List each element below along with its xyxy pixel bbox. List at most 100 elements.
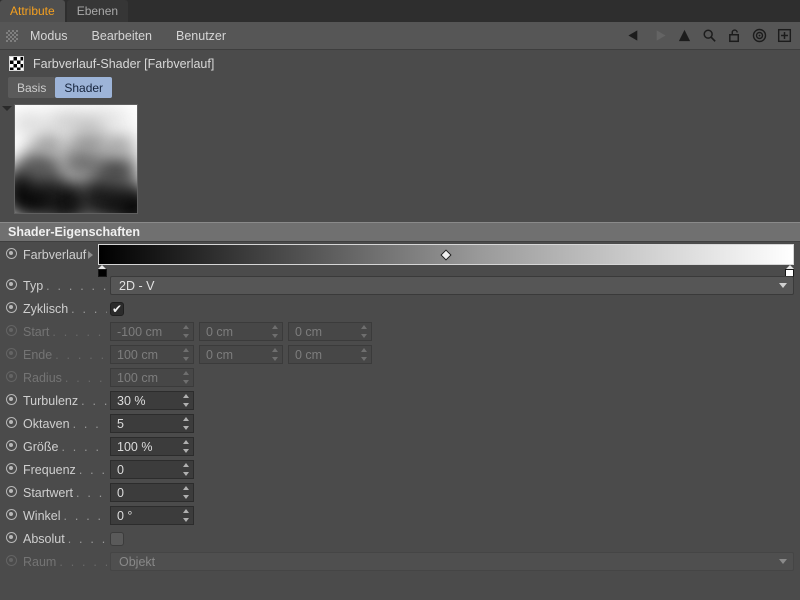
stepper-icon[interactable] [182,348,189,361]
property-row-radius: Radius . . . . . . . 100 cm [0,366,800,389]
dropdown-typ[interactable]: 2D - V [110,276,794,295]
window-tab-ebenen[interactable]: Ebenen [66,0,129,22]
animation-track-icon-zyklisch[interactable] [6,301,17,313]
stepper-icon[interactable] [182,463,189,476]
menu-item-benutzer[interactable]: Benutzer [174,27,228,45]
grip-dots-icon[interactable] [6,29,18,42]
menu-bar: Modus Bearbeiten Benutzer [0,22,800,50]
animation-track-icon-start[interactable] [6,324,17,336]
stepper-icon[interactable] [182,486,189,499]
search-icon[interactable] [702,28,717,43]
input-ende-x-value: 100 cm [117,347,158,362]
leader-dots: . . . . [78,463,107,476]
leader-dots: . . . . . . . . [59,555,107,568]
up-arrow-icon[interactable] [677,28,692,43]
input-ende-x[interactable]: 100 cm [110,345,194,364]
leader-dots: . . . . . [71,302,107,315]
animation-track-icon-ende[interactable] [6,347,17,359]
window-tab-strip: Attribute Ebenen [0,0,800,22]
property-label-groesse: Größe [23,439,59,454]
property-label-zyklisch: Zyklisch [23,301,69,316]
stepper-icon[interactable] [182,325,189,338]
property-label-farbverlauf: Farbverlauf [23,248,87,262]
animation-track-icon-typ[interactable] [6,278,17,290]
dropdown-raum[interactable]: Objekt [110,552,794,571]
menu-item-bearbeiten[interactable]: Bearbeiten [90,27,154,45]
animation-track-icon-frequenz[interactable] [6,462,17,474]
tab-shader[interactable]: Shader [55,77,113,98]
window-tab-attribute[interactable]: Attribute [0,0,65,22]
property-label-radius: Radius [23,370,62,385]
property-row-winkel: Winkel . . . . . . . 0 ° [0,504,800,527]
triangle-right-icon[interactable] [88,251,94,259]
animation-track-icon-oktaven[interactable] [6,416,17,428]
tab-basis[interactable]: Basis [8,77,56,98]
gradient-bar[interactable] [97,244,794,265]
section-header-label: Shader-Eigenschaften [8,225,140,239]
input-ende-y[interactable]: 0 cm [199,345,283,364]
leader-dots: . . . . . . . . . [46,279,107,292]
animation-track-icon-groesse[interactable] [6,439,17,451]
input-start-z[interactable]: 0 cm [288,322,372,341]
property-row-groesse: Größe . . . . . . . 100 % [0,435,800,458]
input-start-y[interactable]: 0 cm [199,322,283,341]
animation-track-icon-absolut[interactable] [6,531,17,543]
forward-arrow-ghost-icon[interactable] [652,28,667,43]
input-radius[interactable]: 100 cm [110,368,194,387]
stepper-icon[interactable] [360,325,367,338]
back-arrow-icon[interactable] [627,28,642,43]
input-frequenz-value: 0 [117,462,124,477]
stepper-icon[interactable] [271,348,278,361]
input-start-x[interactable]: -100 cm [110,322,194,341]
animation-track-icon-raum[interactable] [6,554,17,566]
stepper-icon[interactable] [182,394,189,407]
input-startwert[interactable]: 0 [110,483,194,502]
animation-track-icon-turbulenz[interactable] [6,393,17,405]
lock-open-icon[interactable] [727,28,742,43]
property-row-frequenz: Frequenz . . . . 0 [0,458,800,481]
stepper-icon[interactable] [182,440,189,453]
input-oktaven[interactable]: 5 [110,414,194,433]
object-tab-strip: Basis Shader [0,77,800,98]
window-tab-attribute-label: Attribute [10,4,55,18]
checkbox-absolut[interactable]: ✔ [110,531,124,546]
animation-track-icon-radius[interactable] [6,370,17,382]
input-start-x-value: -100 cm [117,324,163,339]
stepper-icon[interactable] [360,348,367,361]
input-groesse[interactable]: 100 % [110,437,194,456]
plus-box-icon[interactable] [777,28,792,43]
triangle-down-icon[interactable] [0,106,14,111]
tab-basis-label: Basis [17,80,47,95]
chevron-down-icon [779,283,787,288]
leader-dots: . . . . . . . [64,371,107,384]
stepper-icon[interactable] [182,509,189,522]
tab-shader-label: Shader [64,80,104,95]
property-row-raum: Raum . . . . . . . . Objekt [0,550,800,573]
checkbox-zyklisch[interactable]: ✔ [110,301,124,316]
gradient-interpolation-marker[interactable] [440,248,452,261]
input-turbulenz[interactable]: 30 % [110,391,194,410]
property-label-typ: Typ [23,278,44,293]
input-frequenz[interactable]: 0 [110,460,194,479]
stepper-icon[interactable] [182,371,189,384]
input-winkel-value: 0 ° [117,508,133,523]
stepper-icon[interactable] [271,325,278,338]
property-row-zyklisch: Zyklisch . . . . . ✔ [0,297,800,320]
menu-item-modus[interactable]: Modus [28,27,70,45]
shader-preview-thumbnail[interactable] [14,104,138,214]
animation-track-icon-startwert[interactable] [6,485,17,497]
stepper-icon[interactable] [182,417,189,430]
input-start-y-value: 0 cm [206,324,234,339]
property-label-turbulenz: Turbulenz [23,393,79,408]
input-ende-z[interactable]: 0 cm [288,345,372,364]
property-row-typ: Typ . . . . . . . . . 2D - V [0,274,800,297]
animation-track-icon-winkel[interactable] [6,508,17,520]
input-radius-value: 100 cm [117,370,158,385]
gradient-editor[interactable] [97,244,800,278]
input-turbulenz-value: 30 % [117,393,146,408]
property-label-raum: Raum [23,554,57,569]
gradient-knot-start[interactable] [97,265,107,277]
input-winkel[interactable]: 0 ° [110,506,194,525]
target-icon[interactable] [752,28,767,43]
animation-track-icon-farbverlauf[interactable] [6,248,17,259]
